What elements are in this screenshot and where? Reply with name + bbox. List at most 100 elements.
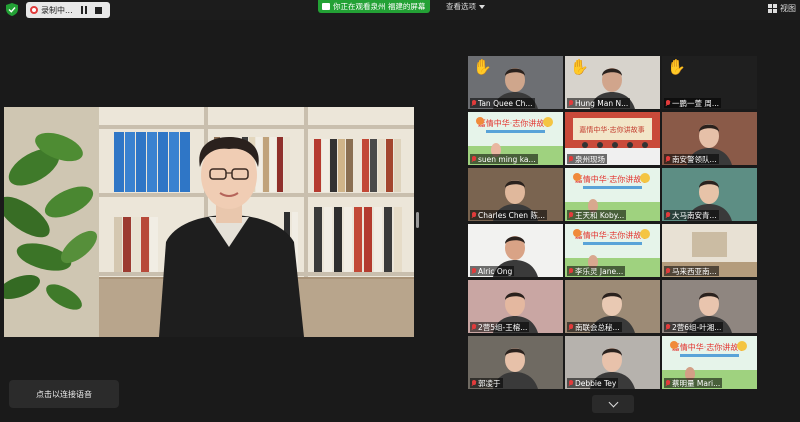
participant-tile[interactable]: Charles Chen 陈... bbox=[468, 168, 563, 221]
participant-name: 大马南安青... bbox=[672, 210, 717, 220]
participant-tile[interactable]: Alric Ong bbox=[468, 224, 563, 277]
stop-recording-icon[interactable] bbox=[94, 6, 102, 14]
meeting-window: 录制中... 你正在观看泉州 福建的屏幕 查看选项 视图 ✋ Tan Quee … bbox=[0, 0, 800, 422]
participant-tile[interactable]: 嘉情中华·志你讲故事 suen ming ka... bbox=[468, 112, 563, 165]
participant-name-label: 蔡明量 Mari... bbox=[664, 378, 723, 388]
participant-tile[interactable]: 嘉情中华·志你讲故事泉州现场 bbox=[565, 112, 660, 165]
svg-text:嘉情中华·志你讲故事: 嘉情中华·志你讲故事 bbox=[575, 174, 650, 184]
muted-mic-icon bbox=[666, 323, 670, 331]
participant-tile[interactable]: 马来西亚南... bbox=[662, 224, 757, 277]
svg-text:嘉情中华·志你讲故事: 嘉情中华·志你讲故事 bbox=[672, 342, 747, 352]
muted-mic-icon bbox=[569, 211, 573, 219]
recording-indicator: 录制中... bbox=[26, 2, 110, 18]
security-shield-icon[interactable] bbox=[6, 3, 18, 16]
svg-text:嘉情中华·志你讲故事: 嘉情中华·志你讲故事 bbox=[478, 118, 553, 128]
participant-name: Tan Quee Ch... bbox=[478, 98, 533, 108]
participant-name-label: 一鹏一萱 周... bbox=[664, 98, 722, 108]
muted-mic-icon bbox=[472, 155, 476, 163]
svg-text:嘉情中华·志你讲故事: 嘉情中华·志你讲故事 bbox=[575, 230, 650, 240]
participant-name-label: 南联会总秘... bbox=[567, 322, 622, 332]
recording-label: 录制中... bbox=[41, 5, 73, 15]
active-speaker-video[interactable] bbox=[4, 107, 414, 337]
participant-tile[interactable]: 郭凌于 bbox=[468, 336, 563, 389]
participant-name: 郭凌于 bbox=[478, 378, 501, 388]
chevron-down-icon bbox=[608, 397, 618, 407]
muted-mic-icon bbox=[472, 379, 476, 387]
muted-mic-icon bbox=[569, 323, 573, 331]
participant-tile[interactable]: 嘉情中华·志你讲故事 李乐灵 Jane... bbox=[565, 224, 660, 277]
muted-mic-icon bbox=[472, 99, 476, 107]
gallery-grid-icon bbox=[768, 4, 777, 13]
participant-tile[interactable]: ✋ 一鹏一萱 周... bbox=[662, 56, 757, 109]
raised-hand-icon: ✋ bbox=[570, 58, 589, 76]
participant-tile[interactable]: 大马南安青... bbox=[662, 168, 757, 221]
participant-name-label: 南安警领队... bbox=[664, 154, 719, 164]
muted-mic-icon bbox=[569, 267, 573, 275]
top-bar: 录制中... 你正在观看泉州 福建的屏幕 查看选项 视图 bbox=[0, 0, 800, 20]
participant-tile[interactable]: Debbie Tey bbox=[565, 336, 660, 389]
chevron-down-icon bbox=[479, 4, 485, 9]
participant-name-label: Debbie Tey bbox=[567, 378, 619, 388]
participant-tile[interactable]: 2营6组-叶湘... bbox=[662, 280, 757, 333]
muted-mic-icon bbox=[666, 267, 670, 275]
participant-name-label: 2营5组-王榕... bbox=[470, 322, 530, 332]
join-audio-text: 点击以连接语音 bbox=[36, 389, 92, 399]
participant-name: 南安警领队... bbox=[672, 154, 717, 164]
record-dot-icon bbox=[30, 6, 38, 14]
participant-name-label: 2营6组-叶湘... bbox=[664, 322, 724, 332]
participant-name: 南联会总秘... bbox=[575, 322, 620, 332]
participant-name-label: 王天和 Koby... bbox=[567, 210, 627, 220]
split-view-resize-handle[interactable] bbox=[416, 212, 419, 228]
pause-recording-icon[interactable] bbox=[79, 5, 89, 15]
participant-name-label: Alric Ong bbox=[470, 266, 515, 276]
view-options-button[interactable]: 查看选项 bbox=[446, 1, 485, 12]
participant-name: 蔡明量 Mari... bbox=[672, 378, 721, 388]
participant-name-label: Hung Man N... bbox=[567, 98, 631, 108]
screen-share-text: 你正在观看泉州 福建的屏幕 bbox=[333, 2, 426, 11]
muted-mic-icon bbox=[569, 99, 573, 107]
participant-name: Charles Chen 陈... bbox=[478, 210, 546, 220]
participant-tile[interactable]: ✋ Tan Quee Ch... bbox=[468, 56, 563, 109]
muted-mic-icon bbox=[569, 379, 573, 387]
participant-tile[interactable]: 嘉情中华·志你讲故事 王天和 Koby... bbox=[565, 168, 660, 221]
muted-mic-icon bbox=[666, 379, 670, 387]
muted-mic-icon bbox=[666, 155, 670, 163]
join-audio-tooltip[interactable]: 点击以连接语音 bbox=[9, 380, 119, 408]
participant-name-label: Tan Quee Ch... bbox=[470, 98, 535, 108]
participant-name: Debbie Tey bbox=[575, 378, 617, 388]
participant-name-label: 泉州现场 bbox=[567, 154, 607, 164]
participant-name-label: Charles Chen 陈... bbox=[470, 210, 548, 220]
speaker-video-frame bbox=[4, 107, 414, 337]
view-options-label: 查看选项 bbox=[446, 2, 476, 11]
participant-name: Alric Ong bbox=[478, 266, 513, 276]
participant-name-label: 大马南安青... bbox=[664, 210, 719, 220]
svg-text:嘉情中华·志你讲故事: 嘉情中华·志你讲故事 bbox=[579, 125, 644, 134]
participant-tile[interactable]: 2营5组-王榕... bbox=[468, 280, 563, 333]
participant-name: 一鹏一萱 周... bbox=[672, 98, 720, 108]
muted-mic-icon bbox=[472, 323, 476, 331]
participant-tile[interactable]: ✋ Hung Man N... bbox=[565, 56, 660, 109]
participant-name: 2营5组-王榕... bbox=[478, 322, 528, 332]
muted-mic-icon bbox=[569, 155, 573, 163]
screen-share-icon bbox=[322, 3, 330, 10]
muted-mic-icon bbox=[666, 99, 670, 107]
participant-name: 马来西亚南... bbox=[672, 266, 717, 276]
muted-mic-icon bbox=[472, 211, 476, 219]
participant-name: Hung Man N... bbox=[575, 98, 629, 108]
participant-name-label: suen ming ka... bbox=[470, 154, 538, 164]
participant-name: 王天和 Koby... bbox=[575, 210, 625, 220]
screen-share-banner: 你正在观看泉州 福建的屏幕 bbox=[318, 0, 430, 13]
participant-name-label: 郭凌于 bbox=[470, 378, 503, 388]
view-button-label: 视图 bbox=[780, 4, 796, 13]
gallery-next-page-button[interactable] bbox=[592, 395, 634, 413]
participant-name: 李乐灵 Jane... bbox=[575, 266, 624, 276]
raised-hand-icon: ✋ bbox=[473, 58, 492, 76]
muted-mic-icon bbox=[472, 267, 476, 275]
view-button[interactable]: 视图 bbox=[768, 3, 796, 14]
muted-mic-icon bbox=[666, 211, 670, 219]
participant-name: 泉州现场 bbox=[575, 154, 605, 164]
participant-tile[interactable]: 南联会总秘... bbox=[565, 280, 660, 333]
participant-name-label: 马来西亚南... bbox=[664, 266, 719, 276]
participant-tile[interactable]: 南安警领队... bbox=[662, 112, 757, 165]
participant-tile[interactable]: 嘉情中华·志你讲故事 蔡明量 Mari... bbox=[662, 336, 757, 389]
